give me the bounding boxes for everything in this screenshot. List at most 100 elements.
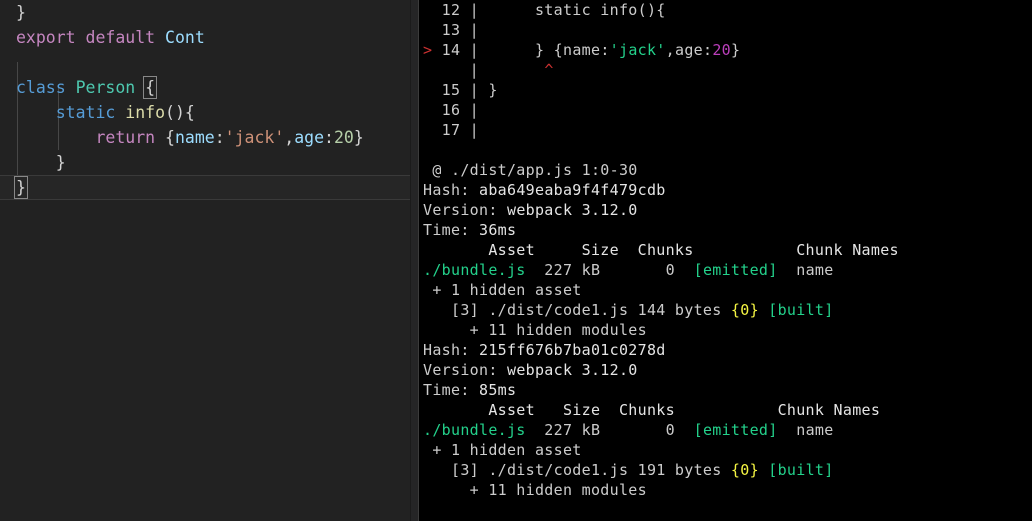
code-text-area[interactable]: } export default Cont class Person { stat… [0,0,410,200]
code-token: { [145,78,155,97]
terminal-line: 13 | [423,20,1032,40]
terminal-segment: Hash: [423,341,479,359]
terminal-line: Hash: 215ff676b7ba01c0278d [423,340,1032,360]
code-token [66,78,76,97]
terminal-line: 15 | } [423,80,1032,100]
code-token: class [16,78,66,97]
code-line[interactable]: } [0,0,410,25]
terminal-segment: [built] [768,461,833,479]
terminal-segment: aba649eaba9f4f479cdb [479,181,666,199]
terminal-segment: age [675,41,703,59]
code-editor-pane[interactable]: } export default Cont class Person { stat… [0,0,410,521]
terminal-line: [3] ./dist/code1.js 144 bytes {0} [built… [423,300,1032,320]
terminal-segment [759,301,768,319]
ide-window: } export default Cont class Person { stat… [0,0,1032,521]
terminal-output: 12 | static info(){ 13 |> 14 | } {name:'… [423,0,1032,500]
terminal-segment: | [423,61,544,79]
terminal-segment: Time: [423,381,479,399]
code-token: } [16,153,66,172]
terminal-line: + 11 hidden modules [423,320,1032,340]
terminal-line: 12 | static info(){ [423,0,1032,20]
terminal-segment: 227 kB 0 [526,421,694,439]
terminal-segment: + 1 hidden asset [423,281,582,299]
pane-divider[interactable] [410,0,419,521]
code-token: } [354,128,364,147]
terminal-segment: > [423,41,432,59]
terminal-line: ./bundle.js 227 kB 0 [emitted] name [423,420,1032,440]
terminal-segment: 227 kB 0 [526,261,694,279]
terminal-line [423,140,1032,160]
code-line[interactable] [0,50,410,75]
terminal-segment: ./bundle.js [423,421,526,439]
code-token: 20 [334,128,354,147]
terminal-line: + 11 hidden modules [423,480,1032,500]
terminal-line: + 1 hidden asset [423,280,1032,300]
terminal-segment: name [563,41,600,59]
code-token: age [294,128,324,147]
terminal-pane[interactable]: 12 | static info(){ 13 |> 14 | } {name:'… [419,0,1032,521]
code-token: Cont [165,28,205,47]
terminal-line: + 1 hidden asset [423,440,1032,460]
terminal-segment: [3] ./dist/code1.js 144 bytes [423,301,731,319]
code-line[interactable]: return {name:'jack',age:20} [0,125,410,150]
terminal-line: @ ./dist/app.js 1:0-30 [423,160,1032,180]
code-token: static [56,103,116,122]
terminal-segment: webpack 3.12.0 [507,361,638,379]
code-token: } [16,178,26,197]
terminal-segment: name [778,421,834,439]
terminal-line: Hash: aba649eaba9f4f479cdb [423,180,1032,200]
terminal-segment [759,461,768,479]
terminal-segment: Version: [423,361,507,379]
code-token: } [16,3,26,22]
terminal-segment: @ ./dist/app.js 1:0-30 [423,161,638,179]
code-token: Person [76,78,136,97]
code-token [16,103,56,122]
terminal-segment: Asset Size Chunks Chunk Names [423,241,899,259]
terminal-line: [3] ./dist/code1.js 191 bytes {0} [built… [423,460,1032,480]
terminal-line: Time: 85ms [423,380,1032,400]
terminal-line: Version: webpack 3.12.0 [423,200,1032,220]
code-token [115,103,125,122]
terminal-segment: 17 | [423,121,479,139]
terminal-segment: } [731,41,740,59]
terminal-line: Asset Size Chunks Chunk Names [423,400,1032,420]
terminal-segment: 20 [712,41,731,59]
terminal-segment: name [778,261,834,279]
terminal-segment: 36ms [479,221,516,239]
code-token: name [175,128,215,147]
terminal-line: 16 | [423,100,1032,120]
code-line[interactable]: } [0,175,410,200]
terminal-segment: webpack 3.12.0 [507,201,638,219]
terminal-segment: 14 | } { [432,41,563,59]
code-token [135,78,145,97]
code-token [155,28,165,47]
terminal-segment: : [703,41,712,59]
terminal-line: > 14 | } {name:'jack',age:20} [423,40,1032,60]
terminal-line: ./bundle.js 227 kB 0 [emitted] name [423,260,1032,280]
terminal-segment: 85ms [479,381,516,399]
terminal-line: Version: webpack 3.12.0 [423,360,1032,380]
code-token [76,28,86,47]
terminal-segment: : [600,41,609,59]
code-line[interactable]: class Person { [0,75,410,100]
code-token: (){ [165,103,195,122]
terminal-segment: [emitted] [694,421,778,439]
terminal-segment: {0} [731,301,759,319]
code-line[interactable]: static info(){ [0,100,410,125]
terminal-segment: Time: [423,221,479,239]
terminal-segment: + 1 hidden asset [423,441,582,459]
terminal-segment: 16 | [423,101,479,119]
terminal-segment: Asset Size Chunks Chunk Names [423,401,880,419]
terminal-line: Asset Size Chunks Chunk Names [423,240,1032,260]
code-line[interactable]: } [0,150,410,175]
terminal-segment: + 11 hidden modules [423,481,647,499]
code-line[interactable]: export default Cont [0,25,410,50]
code-token [16,128,95,147]
terminal-segment: Version: [423,201,507,219]
code-token: { [155,128,175,147]
terminal-segment: [emitted] [694,261,778,279]
code-token: , [284,128,294,147]
code-token: default [86,28,156,47]
code-token: info [125,103,165,122]
terminal-segment: + 11 hidden modules [423,321,647,339]
